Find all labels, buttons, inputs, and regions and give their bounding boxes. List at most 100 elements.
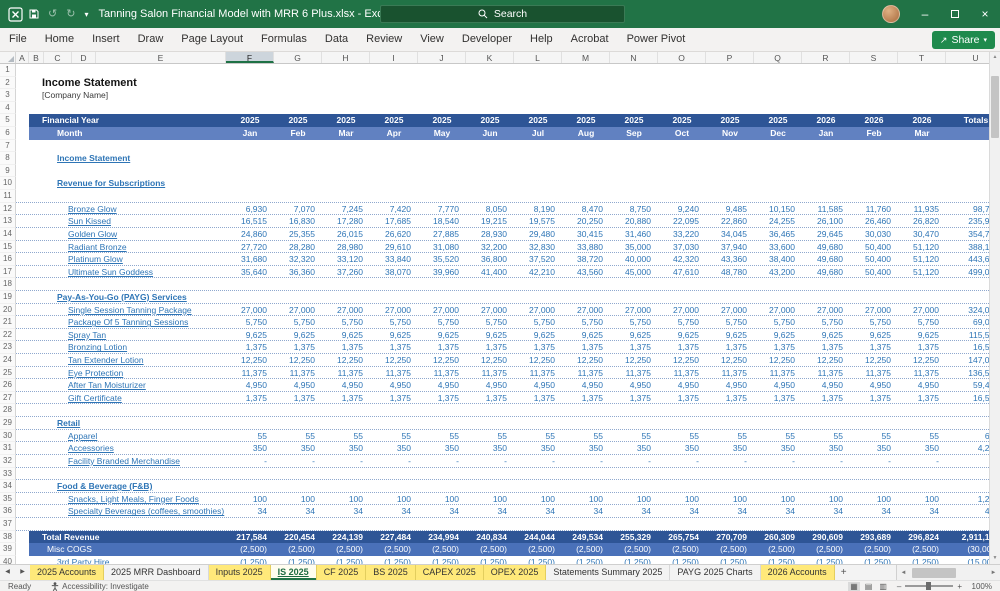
cell-label-income-statement[interactable]: Income Statement	[42, 77, 137, 90]
cell-m17[interactable]: 43,560	[562, 266, 610, 279]
cell-k26[interactable]: 4,950	[466, 379, 514, 392]
cell-o21[interactable]: 5,750	[658, 316, 706, 329]
cell-j17[interactable]: 39,960	[418, 266, 466, 279]
cell-g22[interactable]: 9,625	[274, 329, 322, 342]
scroll-down-icon[interactable]: ▼	[990, 553, 1000, 564]
row-header-17[interactable]: 17	[0, 266, 16, 279]
cell-f35[interactable]: 100	[226, 493, 274, 506]
cell-label-snacks-light-meals-finger-foods[interactable]: Snacks, Light Meals, Finger Foods	[68, 493, 199, 506]
cell-u40[interactable]: (15,000)	[946, 556, 989, 564]
cell-label-food-beverage-f-b[interactable]: Food & Beverage (F&B)	[57, 480, 152, 493]
cell-q39[interactable]: (2,500)	[754, 543, 802, 556]
cell-n32[interactable]: -	[610, 455, 658, 468]
cell-h20[interactable]: 27,000	[322, 304, 370, 317]
row-header-39[interactable]: 39	[0, 543, 16, 556]
cell-k25[interactable]: 11,375	[466, 367, 514, 380]
share-button[interactable]: ↗ Share ▾	[932, 31, 995, 49]
cell-label-after-tan-moisturizer[interactable]: After Tan Moisturizer	[68, 379, 146, 392]
row-header-26[interactable]: 26	[0, 379, 16, 392]
cell-n13[interactable]: 20,880	[610, 215, 658, 228]
cell-g32[interactable]: -	[274, 455, 322, 468]
restore-button[interactable]	[940, 0, 970, 28]
user-avatar[interactable]	[882, 5, 900, 23]
cell-l5[interactable]: 2025	[514, 114, 562, 127]
cell-j12[interactable]: 7,770	[418, 203, 466, 216]
cell-n6[interactable]: Sep	[610, 127, 658, 140]
ribbon-tab-home[interactable]: Home	[36, 28, 83, 51]
ribbon-tab-help[interactable]: Help	[521, 28, 562, 51]
cell-f39[interactable]: (2,500)	[226, 543, 274, 556]
cell-q32[interactable]: -	[754, 455, 802, 468]
cell-j13[interactable]: 18,540	[418, 215, 466, 228]
cell-label-spray-tan[interactable]: Spray Tan	[68, 329, 106, 342]
cell-h15[interactable]: 28,980	[322, 241, 370, 254]
cell-j26[interactable]: 4,950	[418, 379, 466, 392]
cell-j25[interactable]: 11,375	[418, 367, 466, 380]
cell-j36[interactable]: 34	[418, 505, 466, 518]
cell-t39[interactable]: (2,500)	[898, 543, 946, 556]
ribbon-tab-page-layout[interactable]: Page Layout	[172, 28, 252, 51]
cell-p24[interactable]: 12,250	[706, 354, 754, 367]
cell-f31[interactable]: 350	[226, 442, 274, 455]
cell-r39[interactable]: (2,500)	[802, 543, 850, 556]
cell-p26[interactable]: 4,950	[706, 379, 754, 392]
cell-o25[interactable]: 11,375	[658, 367, 706, 380]
cell-q40[interactable]: (1,250)	[754, 556, 802, 564]
cell-q25[interactable]: 11,375	[754, 367, 802, 380]
cell-p14[interactable]: 34,045	[706, 228, 754, 241]
cell-q27[interactable]: 1,375	[754, 392, 802, 405]
ribbon-tab-data[interactable]: Data	[316, 28, 357, 51]
cell-k22[interactable]: 9,625	[466, 329, 514, 342]
cell-n40[interactable]: (1,250)	[610, 556, 658, 564]
cell-j35[interactable]: 100	[418, 493, 466, 506]
cell-l22[interactable]: 9,625	[514, 329, 562, 342]
row-header-23[interactable]: 23	[0, 341, 16, 354]
cell-f5[interactable]: 2025	[226, 114, 274, 127]
column-header-b[interactable]: B	[29, 52, 44, 63]
cell-m39[interactable]: (2,500)	[562, 543, 610, 556]
cell-l17[interactable]: 42,210	[514, 266, 562, 279]
cell-n5[interactable]: 2025	[610, 114, 658, 127]
column-header-g[interactable]: G	[274, 52, 322, 63]
cell-u27[interactable]: 16,500	[946, 392, 989, 405]
cell-n23[interactable]: 1,375	[610, 341, 658, 354]
cell-t38[interactable]: 296,824	[898, 531, 946, 544]
column-header-m[interactable]: M	[562, 52, 610, 63]
cell-label-tan-extender-lotion[interactable]: Tan Extender Lotion	[68, 354, 144, 367]
cell-f21[interactable]: 5,750	[226, 316, 274, 329]
cell-q30[interactable]: 55	[754, 430, 802, 443]
cell-g30[interactable]: 55	[274, 430, 322, 443]
cell-s23[interactable]: 1,375	[850, 341, 898, 354]
cell-h23[interactable]: 1,375	[322, 341, 370, 354]
cell-m27[interactable]: 1,375	[562, 392, 610, 405]
cell-f13[interactable]: 16,515	[226, 215, 274, 228]
save-icon[interactable]	[29, 9, 39, 19]
row-header-38[interactable]: 38	[0, 531, 16, 544]
cell-k17[interactable]: 41,400	[466, 266, 514, 279]
cell-s17[interactable]: 50,400	[850, 266, 898, 279]
cell-s36[interactable]: 34	[850, 505, 898, 518]
cell-l25[interactable]: 11,375	[514, 367, 562, 380]
cell-f38[interactable]: 217,584	[226, 531, 274, 544]
row-header-31[interactable]: 31	[0, 442, 16, 455]
cell-k24[interactable]: 12,250	[466, 354, 514, 367]
cell-l31[interactable]: 350	[514, 442, 562, 455]
cell-l27[interactable]: 1,375	[514, 392, 562, 405]
cell-q12[interactable]: 10,150	[754, 203, 802, 216]
cell-m15[interactable]: 33,880	[562, 241, 610, 254]
cell-m35[interactable]: 100	[562, 493, 610, 506]
cell-i17[interactable]: 38,070	[370, 266, 418, 279]
cell-n12[interactable]: 8,750	[610, 203, 658, 216]
cell-o15[interactable]: 37,030	[658, 241, 706, 254]
cell-s35[interactable]: 100	[850, 493, 898, 506]
cell-q17[interactable]: 43,200	[754, 266, 802, 279]
cell-n14[interactable]: 31,460	[610, 228, 658, 241]
cell-h24[interactable]: 12,250	[322, 354, 370, 367]
cell-s12[interactable]: 11,760	[850, 203, 898, 216]
cell-k6[interactable]: Jun	[466, 127, 514, 140]
cell-u39[interactable]: (30,000)	[946, 543, 989, 556]
cell-q13[interactable]: 24,255	[754, 215, 802, 228]
cell-q14[interactable]: 36,465	[754, 228, 802, 241]
cell-label-gift-certificate[interactable]: Gift Certificate	[68, 392, 122, 405]
cell-s5[interactable]: 2026	[850, 114, 898, 127]
